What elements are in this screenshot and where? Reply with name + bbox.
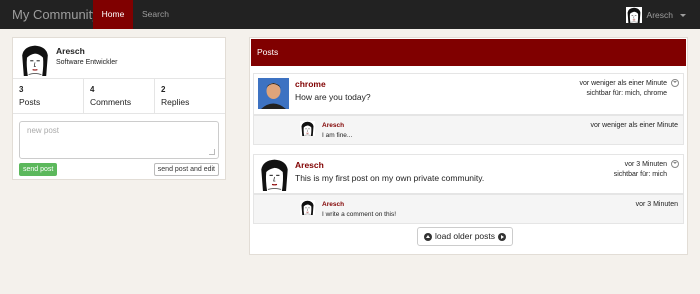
post-avatar [258, 158, 291, 191]
chevron-circle-down-icon[interactable] [671, 160, 679, 168]
send-post-edit-button[interactable]: send post and edit [153, 163, 219, 176]
post-time: vor 3 Minuten [624, 161, 667, 168]
comment-author[interactable]: Aresch [322, 201, 344, 208]
profile-name: Aresch [56, 46, 85, 56]
user-menu[interactable]: Aresch [625, 6, 686, 24]
load-older-label: load older posts [435, 231, 496, 241]
stat-label: Comments [90, 97, 132, 107]
profile-role: Software Entwickler [56, 59, 118, 66]
post-visibility: sichtbar für: mich, chrome [586, 90, 667, 97]
stat-count: 2 [161, 85, 166, 94]
post-meta: vor 3 Minuten sichtbar für: mich [614, 160, 667, 180]
navbar: My Community Home Search Aresch [0, 0, 700, 29]
face-drawing-icon [258, 158, 291, 191]
load-older-button[interactable]: load older posts [417, 227, 514, 246]
send-post-button[interactable]: send post [19, 163, 58, 176]
post-meta: vor weniger als einer Minute sichtbar fü… [579, 79, 667, 99]
profile-avatar [19, 44, 51, 76]
nav-search[interactable]: Search [142, 0, 169, 29]
comment-item: Aresch I write a comment on this! vor 3 … [253, 194, 684, 224]
chevron-circle-down-icon[interactable] [671, 79, 679, 87]
profile-stats: 3 Posts 4 Comments 2 Replies [13, 78, 225, 114]
profile-card: Aresch Software Entwickler 3 Posts 4 Com… [12, 37, 226, 180]
stat-count: 3 [19, 85, 24, 94]
face-drawing-icon [626, 7, 642, 23]
post-text: This is my first post on my own private … [295, 173, 485, 183]
stat-replies[interactable]: 2 Replies [155, 79, 225, 113]
stat-count: 4 [90, 85, 95, 94]
stat-comments[interactable]: 4 Comments [84, 79, 155, 113]
brand-link[interactable]: My Community [12, 7, 99, 22]
comment-avatar [300, 200, 315, 215]
stat-posts[interactable]: 3 Posts [13, 79, 84, 113]
person-photo-icon [258, 78, 289, 109]
comment-avatar [300, 121, 315, 136]
new-post-input[interactable]: new post [19, 121, 219, 159]
face-drawing-icon [300, 121, 315, 136]
post-author[interactable]: Aresch [295, 160, 324, 170]
resize-grip-icon[interactable] [209, 149, 215, 155]
caret-down-icon [680, 13, 686, 17]
post-author[interactable]: chrome [295, 79, 326, 89]
posts-panel-title: Posts [251, 39, 686, 66]
user-menu-label: Aresch [646, 10, 673, 20]
comment-time: vor weniger als einer Minute [590, 122, 678, 129]
comment-time: vor 3 Minuten [635, 201, 678, 208]
user-avatar [625, 7, 642, 23]
posts-panel: Posts chrome How are you today? vor weni… [249, 37, 688, 255]
stat-label: Replies [161, 97, 190, 107]
face-drawing-icon [300, 200, 315, 215]
post-item: Aresch This is my first post on my own p… [253, 154, 684, 194]
new-post-placeholder: new post [27, 126, 60, 135]
post-item: chrome How are you today? vor weniger al… [253, 73, 684, 115]
face-drawing-icon [19, 44, 51, 76]
nav-home[interactable]: Home [93, 0, 133, 29]
post-text: How are you today? [295, 92, 371, 102]
comment-item: Aresch I am fine... vor weniger als eine… [253, 115, 684, 145]
post-visibility: sichtbar für: mich [613, 171, 667, 178]
comment-text: I write a comment on this! [322, 211, 397, 218]
comment-text: I am fine... [322, 132, 353, 139]
stat-label: Posts [19, 97, 41, 107]
post-avatar [258, 78, 289, 109]
post-time: vor weniger als einer Minute [579, 80, 667, 87]
comment-author[interactable]: Aresch [322, 122, 344, 129]
arrow-circle-up-icon [424, 232, 432, 241]
arrow-circle-right-icon [498, 232, 507, 241]
